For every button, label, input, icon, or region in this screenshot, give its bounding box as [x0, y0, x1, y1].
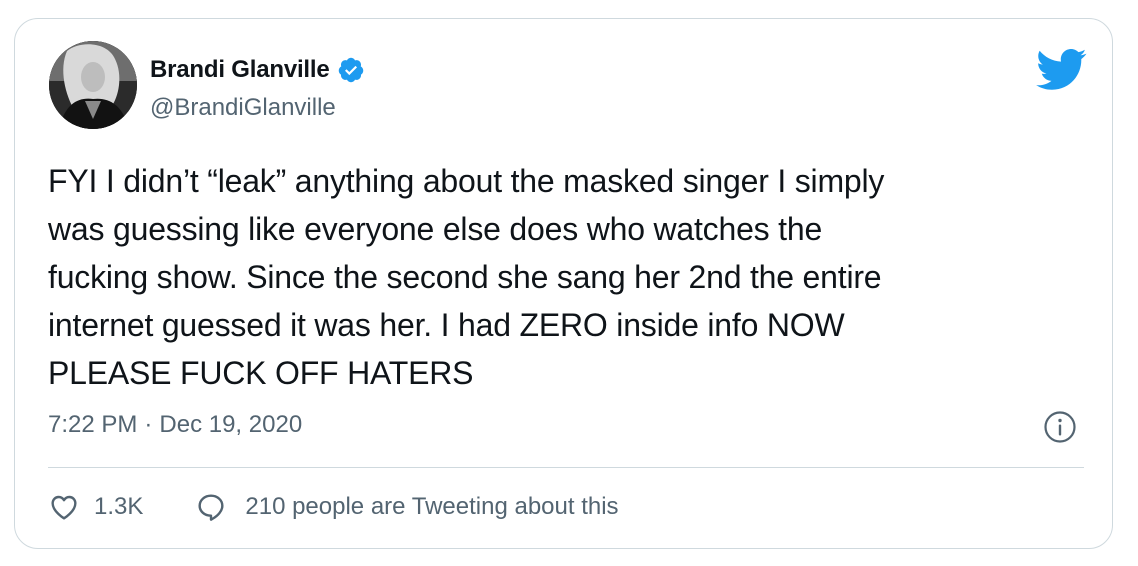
engagement-bar: 1.3K 210 people are Tweeting about this [48, 491, 619, 523]
tweeting-about-label[interactable]: 210 people are Tweeting about this [245, 493, 618, 521]
tweet-time[interactable]: 7:22 PM [48, 411, 137, 439]
like-count[interactable]: 1.3K [94, 493, 143, 521]
verified-badge-icon [337, 56, 365, 84]
divider [48, 467, 1084, 468]
tweet-card: Brandi Glanville @BrandiGlanville FYI I … [14, 18, 1113, 549]
twitter-bird-icon[interactable] [1035, 47, 1087, 91]
author-name-row[interactable]: Brandi Glanville [150, 56, 365, 84]
avatar[interactable] [49, 41, 137, 129]
speech-bubble-icon [198, 494, 224, 521]
tweeting-about-link[interactable]: 210 people are Tweeting about this [195, 491, 619, 523]
tweet-timestamp[interactable]: 7:22 PM · Dec 19, 2020 [48, 411, 302, 439]
tweet-date[interactable]: Dec 19, 2020 [159, 411, 302, 439]
timestamp-separator: · [144, 411, 153, 438]
info-icon[interactable] [1043, 410, 1077, 444]
like-button[interactable]: 1.3K [48, 491, 143, 523]
heart-icon [51, 495, 77, 520]
author-handle[interactable]: @BrandiGlanville [150, 94, 336, 122]
tweet-text: FYI I didn’t “leak” anything about the m… [48, 163, 885, 391]
author-display-name[interactable]: Brandi Glanville [150, 56, 330, 84]
